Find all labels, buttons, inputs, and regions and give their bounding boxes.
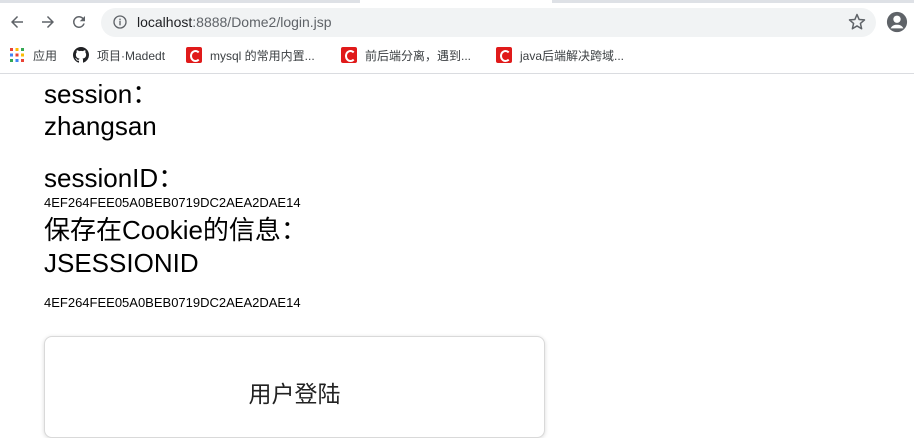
url-text[interactable]: localhost:8888/Dome2/login.jsp (137, 14, 332, 30)
session-label: session： (44, 79, 159, 109)
profile-avatar-icon[interactable] (886, 11, 908, 33)
tab-strip (0, 0, 914, 4)
session-id-value: 4EF264FEE05A0BEB0719DC2AEA2DAE14 (44, 195, 301, 210)
github-icon (73, 47, 89, 63)
forward-button[interactable] (36, 10, 60, 34)
login-card: 用户登陆 (44, 336, 545, 438)
bookmark-label: 应用 (33, 48, 58, 63)
reload-icon (72, 15, 85, 28)
bookmark-apps[interactable]: 应用 (9, 44, 57, 66)
url-path: :8888/Dome2/login.jsp (192, 14, 332, 30)
cookie-label: 保存在Cookie的信息： (44, 215, 307, 245)
csdn-icon (496, 47, 512, 63)
tab-strip-left (0, 0, 360, 3)
apps-grid-icon (10, 48, 24, 62)
session-id-label: sessionID： (44, 163, 185, 193)
back-button[interactable] (5, 10, 29, 34)
arrow-left-icon (11, 16, 23, 28)
bookmark-mysql[interactable]: mysql 的常用内置... (186, 44, 315, 66)
browser-chrome: localhost:8888/Dome2/login.jsp 应用 项目·Mad… (0, 0, 914, 74)
csdn-icon (186, 47, 202, 63)
bookmark-label: mysql 的常用内置... (210, 48, 315, 63)
bookmarks-bar: 应用 项目·Madedt mysql 的常用内置... 前后端分离，遇到... … (0, 41, 914, 69)
cookie-value: 4EF264FEE05A0BEB0719DC2AEA2DAE14 (44, 295, 301, 310)
bookmark-github[interactable]: 项目·Madedt (73, 44, 165, 66)
bookmark-frontend-backend[interactable]: 前后端分离，遇到... (341, 44, 471, 66)
address-bar[interactable]: localhost:8888/Dome2/login.jsp (101, 8, 876, 37)
cookie-name: JSESSIONID (44, 248, 199, 278)
url-host: localhost (137, 14, 193, 30)
csdn-icon (341, 47, 357, 63)
bookmark-star-icon[interactable] (848, 13, 866, 31)
arrow-right-icon (42, 16, 54, 28)
reload-button[interactable] (67, 10, 91, 34)
bookmark-label: 项目·Madedt (97, 48, 166, 63)
bookmark-label: 前后端分离，遇到... (365, 48, 472, 63)
session-value: zhangsan (44, 111, 157, 141)
bookmark-label: java后端解决跨域... (520, 48, 625, 63)
info-icon[interactable] (112, 14, 128, 30)
bookmark-java-cors[interactable]: java后端解决跨域... (496, 44, 624, 66)
tab-strip-right (552, 0, 914, 3)
